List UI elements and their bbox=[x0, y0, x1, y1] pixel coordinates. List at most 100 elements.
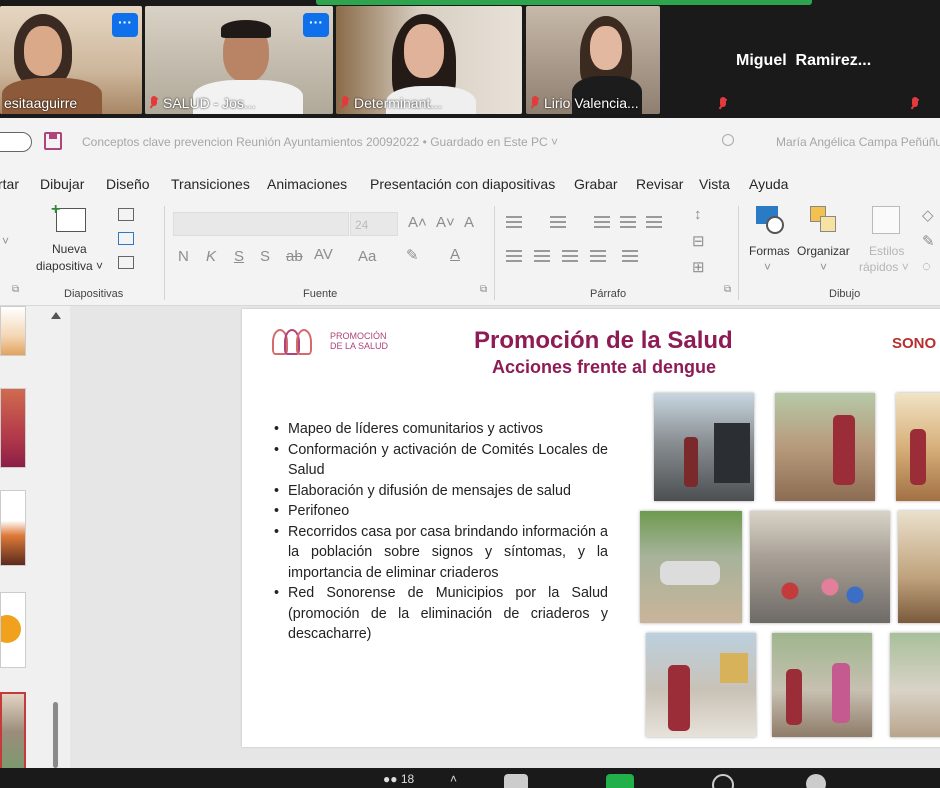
align-left-icon[interactable] bbox=[506, 250, 522, 262]
participant-name: SALUD - Jos... bbox=[149, 95, 256, 111]
screen-share-indicator bbox=[316, 0, 812, 5]
char-spacing-button[interactable]: AV bbox=[314, 246, 333, 263]
participant-tile[interactable]: Miguel Ramirez... bbox=[714, 6, 904, 114]
font-name-box[interactable] bbox=[173, 212, 349, 236]
slide-thumbnail[interactable] bbox=[0, 306, 26, 356]
arrange-label[interactable]: Organizar bbox=[797, 244, 850, 258]
shadow-button[interactable]: S bbox=[260, 248, 270, 265]
chevron-down-icon[interactable]: ˅ bbox=[2, 234, 9, 248]
shape-fill-icon[interactable]: ◇ bbox=[922, 206, 934, 224]
tab-vista[interactable]: Vista bbox=[699, 176, 730, 192]
more-options-button[interactable]: ··· bbox=[303, 13, 329, 37]
more-options-button[interactable]: ··· bbox=[112, 13, 138, 37]
dialog-launcher-icon[interactable]: ⧉ bbox=[724, 284, 731, 295]
grow-font-icon[interactable]: A˄ bbox=[408, 214, 427, 231]
participant-tile[interactable]: Lirio Valencia... bbox=[526, 6, 660, 114]
bullet-item: Mapeo de líderes comunitarios y activos bbox=[274, 419, 608, 440]
tab-presentacion[interactable]: Presentación con diapositivas bbox=[370, 176, 555, 192]
highlight-icon[interactable]: ✎ bbox=[406, 246, 419, 264]
numbering-icon[interactable] bbox=[550, 216, 566, 228]
chevron-down-icon[interactable]: ˅ bbox=[764, 260, 771, 274]
slide-thumbnail-selected[interactable] bbox=[0, 692, 26, 772]
participant-status bbox=[910, 97, 920, 111]
group-label-paragraph: Párrafo bbox=[590, 288, 627, 300]
smartart-icon[interactable]: ⊞ bbox=[692, 258, 705, 276]
bold-button[interactable]: N bbox=[178, 248, 189, 265]
align-text-icon[interactable]: ⊟ bbox=[692, 232, 705, 250]
quick-styles-icon[interactable] bbox=[872, 206, 900, 234]
line-spacing-icon[interactable] bbox=[646, 216, 662, 228]
chat-icon[interactable] bbox=[504, 774, 528, 788]
tab-dibujar[interactable]: Dibujar bbox=[40, 176, 84, 192]
search-icon[interactable] bbox=[722, 134, 734, 146]
align-center-icon[interactable] bbox=[534, 250, 550, 262]
new-slide-dropdown[interactable]: diapositiva ˅ bbox=[36, 259, 103, 273]
muted-mic-icon bbox=[718, 97, 728, 111]
bullet-item: Perifoneo bbox=[274, 501, 608, 522]
columns-icon[interactable] bbox=[622, 250, 638, 262]
quick-styles-label[interactable]: Estilos bbox=[869, 244, 904, 258]
scroll-up-arrow[interactable] bbox=[51, 312, 61, 319]
shapes-label[interactable]: Formas bbox=[749, 244, 790, 258]
slide[interactable]: PROMOCIÓN DE LA SALUD Promoción de la Sa… bbox=[242, 309, 940, 747]
justify-icon[interactable] bbox=[590, 250, 606, 262]
clear-format-icon[interactable]: A bbox=[464, 214, 474, 231]
bullets-icon[interactable] bbox=[506, 216, 522, 228]
photo bbox=[898, 511, 940, 623]
new-slide-label[interactable]: Nueva bbox=[52, 242, 87, 256]
chevron-up-icon[interactable]: ˄ bbox=[450, 772, 457, 786]
tab-insertar[interactable]: rtar bbox=[0, 176, 19, 192]
strikethrough-button[interactable]: ab bbox=[286, 248, 303, 265]
italic-button[interactable]: K bbox=[206, 248, 216, 265]
tab-diseno[interactable]: Diseño bbox=[106, 176, 150, 192]
participant-tile[interactable]: ··· SALUD - Jos... bbox=[145, 6, 333, 114]
font-size-box[interactable]: 24 bbox=[350, 212, 398, 236]
underline-button[interactable]: S bbox=[234, 248, 244, 265]
tab-animaciones[interactable]: Animaciones bbox=[267, 176, 347, 192]
quick-styles-dropdown[interactable]: rápidos ˅ bbox=[859, 260, 909, 274]
tab-grabar[interactable]: Grabar bbox=[574, 176, 618, 192]
slide-thumbnail[interactable] bbox=[0, 592, 26, 668]
participants-count: 18 bbox=[400, 772, 415, 786]
slide-thumbnail[interactable] bbox=[0, 388, 26, 468]
shrink-font-icon[interactable]: A˅ bbox=[436, 214, 455, 231]
reactions-icon[interactable] bbox=[806, 774, 826, 788]
tab-ayuda[interactable]: Ayuda bbox=[749, 176, 788, 192]
sun-icon bbox=[1, 615, 21, 643]
text-direction-icon[interactable]: ↕ bbox=[694, 206, 702, 223]
group-label-drawing: Dibujo bbox=[829, 288, 861, 300]
share-screen-icon[interactable] bbox=[606, 774, 634, 788]
new-slide-icon[interactable]: + bbox=[51, 201, 86, 232]
participant-status bbox=[718, 97, 728, 111]
account-name[interactable]: María Angélica Campa Peñúñuri bbox=[776, 135, 940, 149]
scrollbar-thumb[interactable] bbox=[53, 702, 58, 768]
tab-revisar[interactable]: Revisar bbox=[636, 176, 683, 192]
save-icon[interactable] bbox=[44, 132, 62, 150]
reset-icon[interactable] bbox=[118, 232, 134, 245]
font-color-icon[interactable]: A bbox=[450, 246, 460, 263]
bullet-item: Recorridos casa por casa brindando infor… bbox=[274, 522, 608, 584]
ribbon: ˅ + Nueva diapositiva ˅ Diapositivas 24 … bbox=[0, 198, 940, 306]
change-case-button[interactable]: Aa bbox=[358, 248, 376, 265]
slide-canvas: PROMOCIÓN DE LA SALUD Promoción de la Sa… bbox=[70, 306, 940, 768]
dialog-launcher-icon[interactable]: ⧉ bbox=[480, 284, 487, 295]
dialog-launcher-icon[interactable]: ⧉ bbox=[12, 284, 19, 295]
tab-transiciones[interactable]: Transiciones bbox=[171, 176, 250, 192]
align-right-icon[interactable] bbox=[562, 250, 578, 262]
participant-tile[interactable]: ··· esitaaguirre bbox=[0, 6, 142, 114]
shape-effects-icon[interactable]: ◌ bbox=[922, 258, 931, 275]
increase-indent-icon[interactable] bbox=[620, 216, 636, 228]
decrease-indent-icon[interactable] bbox=[594, 216, 610, 228]
chevron-down-icon[interactable]: ˅ bbox=[820, 260, 827, 274]
slide-thumbnail[interactable] bbox=[0, 490, 26, 566]
zoom-gallery: ··· esitaaguirre ··· SALUD - Jos... Dete… bbox=[0, 0, 940, 118]
participant-tile[interactable]: Determinant... bbox=[336, 6, 522, 114]
document-title[interactable]: Conceptos clave prevencion Reunión Ayunt… bbox=[82, 135, 558, 149]
section-icon[interactable] bbox=[118, 256, 134, 269]
record-icon[interactable] bbox=[712, 774, 734, 788]
participant-tile[interactable] bbox=[906, 6, 940, 114]
autosave-toggle[interactable] bbox=[0, 132, 32, 152]
shape-outline-icon[interactable]: ✎ bbox=[922, 232, 935, 250]
layout-icon[interactable] bbox=[118, 208, 134, 221]
participants-button[interactable]: ●● 18 bbox=[383, 772, 414, 786]
